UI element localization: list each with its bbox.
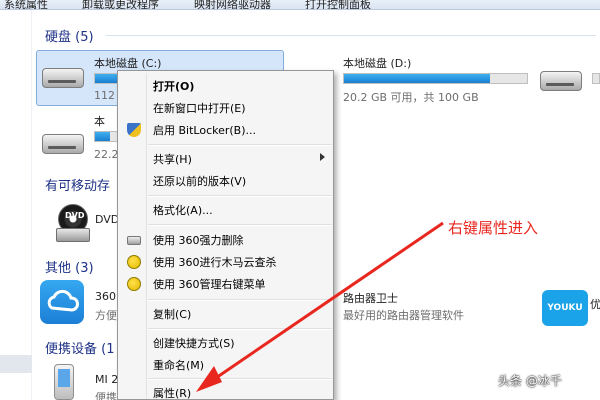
- submenu-arrow-icon: [320, 153, 325, 161]
- menu-item-restore-versions-label: 还原以前的版本(V): [153, 175, 247, 188]
- phone-device-info: 便携: [95, 391, 117, 400]
- menu-item-rename[interactable]: 重命名(M): [120, 354, 331, 376]
- router-guard-info: 最好用的路由器管理软件: [343, 309, 464, 322]
- 360-icon: [127, 255, 141, 269]
- menu-item-360-force-delete-label: 使用 360强力删除: [153, 234, 244, 247]
- menu-item-create-shortcut[interactable]: 创建快捷方式(S): [120, 332, 331, 354]
- drive-second-info: 22.2: [94, 148, 119, 161]
- group-title-portable[interactable]: 便携设备 (1: [45, 338, 114, 357]
- phone-device-name[interactable]: MI 2: [95, 373, 118, 386]
- menu-item-360-manage-menu-label: 使用 360管理右键菜单: [153, 278, 266, 291]
- menu-separator: [148, 378, 332, 380]
- drive-second-usage-fill: [95, 132, 111, 141]
- menu-item-open-new-window-label: 在新窗口中打开(E): [153, 102, 246, 115]
- menu-separator: [148, 224, 332, 226]
- dvd-drive-icon: DVD: [56, 204, 90, 244]
- 360-icon: [127, 277, 141, 291]
- group-divider: [106, 35, 596, 36]
- drive-e-icon[interactable]: [540, 65, 584, 95]
- phone-device-icon: [54, 364, 74, 400]
- drive-e-usage-bar: [592, 73, 600, 84]
- menu-item-bitlocker[interactable]: 启用 BitLocker(B)...: [120, 119, 331, 141]
- command-toolbar: 系统属性 卸载或更改程序 映射网络驱动器 打开控制面板: [0, 0, 600, 10]
- menu-item-create-shortcut-label: 创建快捷方式(S): [153, 337, 235, 350]
- toolbar-uninstall-program[interactable]: 卸载或更改程序: [82, 0, 159, 9]
- drive-c-icon: [42, 62, 86, 92]
- drive-d-usage-fill: [344, 74, 491, 83]
- menu-item-copy[interactable]: 复制(C): [120, 303, 331, 325]
- cloud-drive-info: 方便: [95, 309, 117, 322]
- cloud-drive-name[interactable]: 360: [95, 290, 116, 303]
- menu-item-360-force-delete[interactable]: 使用 360强力删除: [120, 229, 331, 251]
- drive-d-name: 本地磁盘 (D:): [343, 57, 412, 70]
- drive-icon: [127, 236, 141, 245]
- youku-name[interactable]: 优: [590, 296, 600, 312]
- menu-separator: [148, 328, 332, 330]
- drive-second-icon: [42, 128, 86, 158]
- annotation-text: 右键属性进入: [448, 219, 539, 237]
- toolbar-system-properties[interactable]: 系统属性: [4, 0, 48, 9]
- menu-item-open-new-window[interactable]: 在新窗口中打开(E): [120, 97, 331, 119]
- menu-item-share-label: 共享(H): [153, 153, 192, 166]
- menu-item-rename-label: 重命名(M): [153, 359, 205, 372]
- group-title-hard-disks[interactable]: 硬盘 (5): [45, 26, 94, 45]
- toolbar-open-control-panel[interactable]: 打开控制面板: [305, 0, 371, 9]
- menu-item-open[interactable]: 打开(O): [120, 75, 331, 97]
- shield-icon: [127, 123, 141, 137]
- menu-item-360-trojan-scan-label: 使用 360进行木马云查杀: [153, 256, 277, 269]
- menu-item-properties-label: 属性(R): [153, 387, 192, 400]
- drive-second-name: 本: [94, 115, 105, 128]
- menu-item-open-label: 打开(O): [153, 80, 195, 93]
- navigation-selected-item[interactable]: [0, 355, 32, 373]
- drive-c-info: 112: [94, 89, 115, 102]
- menu-separator: [148, 144, 332, 146]
- menu-item-bitlocker-label: 启用 BitLocker(B)...: [153, 124, 257, 137]
- menu-item-360-manage-menu[interactable]: 使用 360管理右键菜单: [120, 273, 331, 295]
- cloud-drive-icon: [40, 280, 84, 324]
- drive-d-info: 20.2 GB 可用，共 100 GB: [343, 91, 479, 104]
- drive-c-name: 本地磁盘 (C:): [94, 57, 162, 70]
- toolbar-map-network-drive[interactable]: 映射网络驱动器: [194, 0, 271, 9]
- menu-item-share[interactable]: 共享(H): [120, 148, 331, 170]
- group-title-other[interactable]: 其他 (3): [45, 257, 94, 276]
- watermark: 头条 @冰千: [498, 374, 562, 388]
- menu-separator: [148, 195, 332, 197]
- youku-icon[interactable]: YOUKU: [542, 290, 588, 326]
- group-title-removable[interactable]: 有可移动存: [45, 175, 110, 194]
- menu-item-format[interactable]: 格式化(A)...: [120, 199, 331, 221]
- menu-item-format-label: 格式化(A)...: [153, 204, 213, 217]
- menu-separator: [148, 299, 332, 301]
- router-guard-name[interactable]: 路由器卫士: [343, 290, 398, 306]
- context-menu: 打开(O) 在新窗口中打开(E) 启用 BitLocker(B)... 共享(H…: [117, 70, 334, 400]
- drive-d-usage-bar: [343, 73, 528, 84]
- navigation-pane[interactable]: [0, 10, 32, 400]
- menu-item-copy-label: 复制(C): [153, 308, 192, 321]
- menu-item-restore-versions[interactable]: 还原以前的版本(V): [120, 170, 331, 192]
- menu-item-360-trojan-scan[interactable]: 使用 360进行木马云查杀: [120, 251, 331, 273]
- dvd-drive-name[interactable]: DVD: [95, 213, 119, 226]
- menu-item-properties[interactable]: 属性(R): [120, 382, 331, 400]
